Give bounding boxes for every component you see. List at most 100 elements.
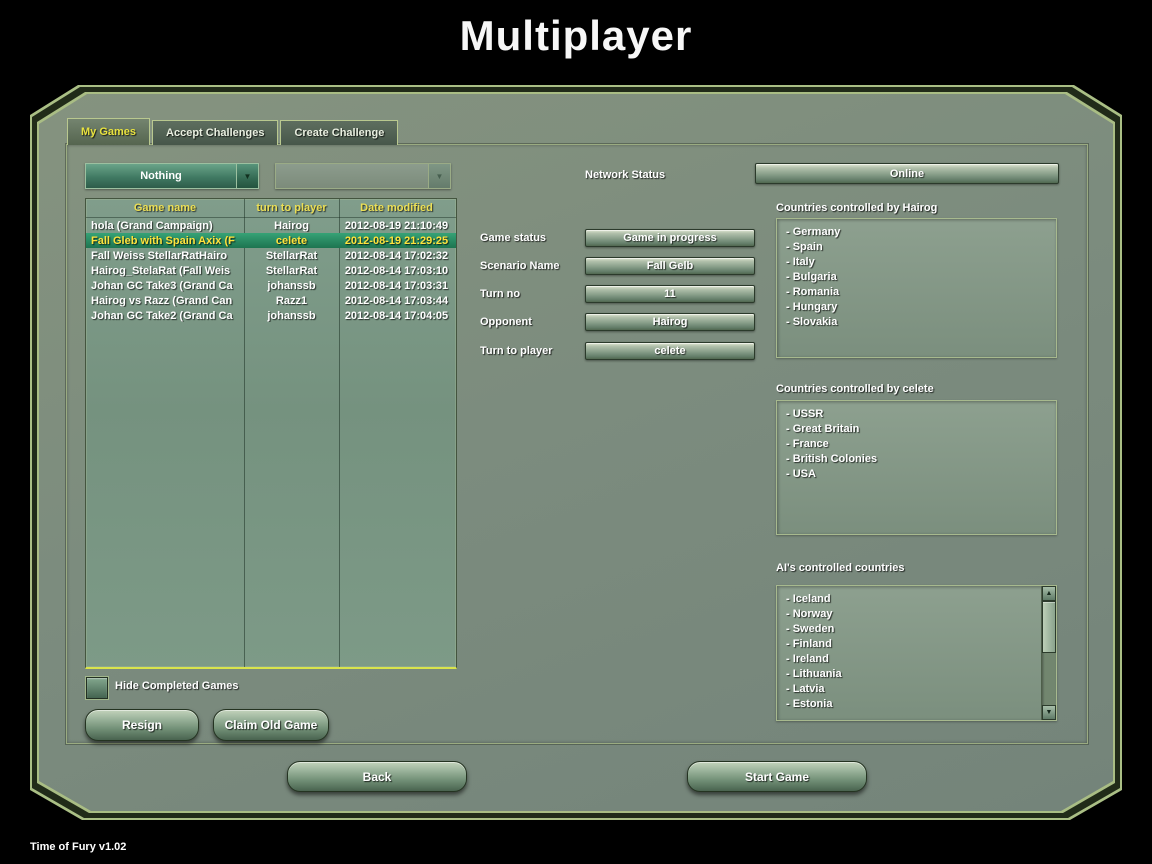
country-item: - Lithuania xyxy=(786,668,842,680)
chevron-down-icon[interactable]: ▼ xyxy=(428,164,450,188)
secondary-dropdown[interactable]: ▼ xyxy=(275,163,451,189)
field-value: 11 xyxy=(585,285,755,303)
date-cell: 2012-08-14 17:03:31 xyxy=(344,279,449,292)
game-name-cell: Fall Gleb with Spain Axix (F xyxy=(91,234,235,247)
network-status-value: Online xyxy=(755,163,1059,184)
turn-player-cell: StellarRat xyxy=(265,264,318,277)
country-item: - Hungary xyxy=(786,301,838,313)
game-name-cell: hola (Grand Campaign) xyxy=(91,219,213,232)
country-item: - USA xyxy=(786,468,816,480)
field-turn-no: Turn no 11 xyxy=(480,285,757,303)
scroll-up-icon[interactable]: ▲ xyxy=(1042,586,1056,601)
country-item: - Estonia xyxy=(786,698,833,710)
field-turn-to-player: Turn to player celete xyxy=(480,342,757,360)
countries-celete-title: Countries controlled by celete xyxy=(776,383,934,395)
country-item: - Italy xyxy=(786,256,815,268)
countries-ai-title: AI's controlled countries xyxy=(776,562,905,574)
secondary-dropdown-value xyxy=(276,164,428,188)
game-name-cell: Hairog_StelaRat (Fall Weis xyxy=(91,264,231,277)
field-value: Fall Gelb xyxy=(585,257,755,275)
turn-player-cell: Razz1 xyxy=(275,294,308,307)
header-turn-to-player: turn to player xyxy=(256,202,327,214)
date-cell: 2012-08-14 17:03:44 xyxy=(344,294,449,307)
hide-completed-label: Hide Completed Games xyxy=(115,680,239,692)
country-item: - Finland xyxy=(786,638,832,650)
date-cell: 2012-08-14 17:03:10 xyxy=(344,264,449,277)
field-label: Game status xyxy=(480,232,547,244)
country-item: - British Colonies xyxy=(786,453,878,465)
scrollbar-thumb[interactable] xyxy=(1042,601,1056,653)
country-item: - Bulgaria xyxy=(786,271,837,283)
table-row[interactable]: Hairog vs Razz (Grand Can Razz1 2012-08-14… xyxy=(86,293,456,308)
resign-button[interactable]: Resign xyxy=(85,709,199,741)
table-row[interactable]: Johan GC Take2 (Grand Ca johanssb 2012-08-… xyxy=(86,308,456,323)
tab-create-challenge[interactable]: Create Challenge xyxy=(280,120,399,145)
field-label: Scenario Name xyxy=(480,260,560,272)
tab-my-games[interactable]: My Games xyxy=(67,118,151,145)
country-item: - Great Britain xyxy=(786,423,860,435)
field-scenario-name: Scenario Name Fall Gelb xyxy=(480,257,757,275)
turn-player-cell: StellarRat xyxy=(265,249,318,262)
footer-version: Time of Fury v1.02 xyxy=(30,841,127,853)
countries-ai-list: - Iceland - Norway - Sweden - Finland - Irel… xyxy=(776,585,1057,721)
field-value: celete xyxy=(585,342,755,360)
date-cell: 2012-08-14 17:04:05 xyxy=(344,309,449,322)
countries-hairog-title: Countries controlled by Hairog xyxy=(776,202,938,214)
turn-player-cell: celete xyxy=(275,234,308,247)
game-name-cell: Johan GC Take2 (Grand Ca xyxy=(91,309,233,322)
game-name-cell: Fall Weiss StellarRatHairo xyxy=(91,249,228,262)
field-game-status: Game status Game in progress xyxy=(480,229,757,247)
table-row[interactable]: Hairog_StelaRat (Fall Weis StellarRat 2012… xyxy=(86,263,456,278)
field-label: Turn no xyxy=(480,288,521,300)
filter-dropdown[interactable]: Nothing ▼ xyxy=(85,163,259,189)
table-row[interactable]: Fall Gleb with Spain Axix (F celete 2012-0… xyxy=(86,233,456,248)
table-row[interactable]: hola (Grand Campaign) Hairog 2012-08-19 21… xyxy=(86,218,456,233)
main-panel: My Games Accept Challenges Create Challe… xyxy=(30,85,1122,820)
tab-accept-challenges[interactable]: Accept Challenges xyxy=(152,120,279,145)
field-opponent: Opponent Hairog xyxy=(480,313,757,331)
country-item: - Romania xyxy=(786,286,840,298)
games-table-header: Game name turn to player Date modified xyxy=(86,199,456,218)
table-row[interactable]: Fall Weiss StellarRatHairo StellarRat 2012… xyxy=(86,248,456,263)
countries-celete-list: - USSR - Great Britain - France - British C… xyxy=(776,400,1057,535)
date-cell: 2012-08-19 21:10:49 xyxy=(344,219,449,232)
field-label: Turn to player xyxy=(480,345,553,357)
game-name-cell: Hairog vs Razz (Grand Can xyxy=(91,294,233,307)
date-cell: 2012-08-19 21:29:25 xyxy=(344,234,449,247)
claim-old-game-button[interactable]: Claim Old Game xyxy=(213,709,329,741)
country-item: - Latvia xyxy=(786,683,825,695)
country-item: - Sweden xyxy=(786,623,835,635)
turn-player-cell: Hairog xyxy=(274,219,309,232)
country-item: - Ireland xyxy=(786,653,829,665)
countries-hairog-list: - Germany - Spain - Italy - Bulgaria - Roman… xyxy=(776,218,1057,358)
country-item: - Norway xyxy=(786,608,833,620)
chevron-down-icon[interactable]: ▼ xyxy=(236,164,258,188)
country-item: - USSR xyxy=(786,408,824,420)
games-table-rows: hola (Grand Campaign) Hairog 2012-08-19 21… xyxy=(86,218,456,323)
field-value: Game in progress xyxy=(585,229,755,247)
header-game-name: Game name xyxy=(133,202,197,214)
games-table: Game name turn to player Date modified h… xyxy=(85,198,457,669)
tab-bar: My Games Accept Challenges Create Challe… xyxy=(67,118,399,145)
date-cell: 2012-08-14 17:02:32 xyxy=(344,249,449,262)
field-value: Hairog xyxy=(585,313,755,331)
scrollbar[interactable]: ▲ ▼ xyxy=(1041,586,1056,720)
header-date-modified: Date modified xyxy=(360,202,433,214)
hide-completed-checkbox[interactable] xyxy=(86,677,108,699)
game-name-cell: Johan GC Take3 (Grand Ca xyxy=(91,279,233,292)
country-item: - Slovakia xyxy=(786,316,838,328)
field-label: Opponent xyxy=(480,316,532,328)
back-button[interactable]: Back xyxy=(287,761,467,792)
turn-player-cell: johanssb xyxy=(267,309,316,322)
table-row[interactable]: Johan GC Take3 (Grand Ca johanssb 2012-08-… xyxy=(86,278,456,293)
network-status-label: Network Status xyxy=(585,169,666,181)
filter-dropdown-value: Nothing xyxy=(86,164,236,188)
page-title: Multiplayer xyxy=(459,12,693,59)
country-item: - France xyxy=(786,438,829,450)
country-item: - Germany xyxy=(786,226,841,238)
scroll-down-icon[interactable]: ▼ xyxy=(1042,705,1056,720)
turn-player-cell: johanssb xyxy=(267,279,316,292)
start-game-button[interactable]: Start Game xyxy=(687,761,867,792)
country-item: - Spain xyxy=(786,241,823,253)
country-item: - Iceland xyxy=(786,593,831,605)
